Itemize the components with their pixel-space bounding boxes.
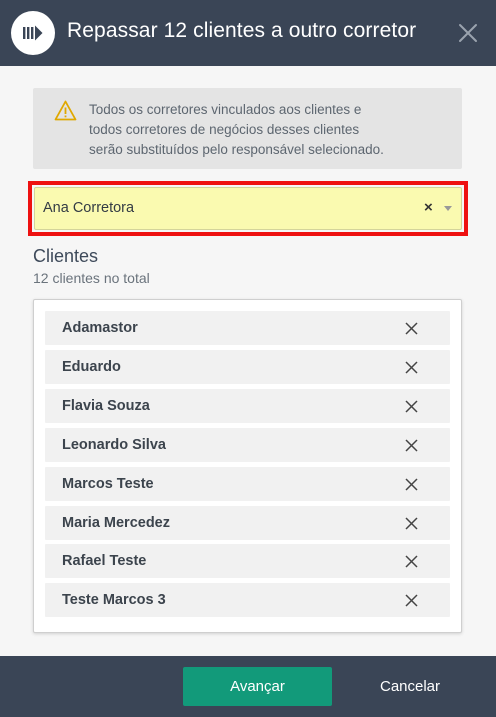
app-logo [11, 11, 55, 55]
client-name: Rafael Teste [62, 553, 147, 569]
remove-client-icon[interactable] [405, 478, 418, 491]
client-name: Adamastor [62, 320, 138, 336]
client-name: Leonardo Silva [62, 437, 166, 453]
modal-header: Repassar 12 clientes a outro corretor [0, 0, 496, 66]
client-name: Marcos Teste [62, 476, 154, 492]
remove-client-icon[interactable] [405, 361, 418, 374]
remove-client-icon[interactable] [405, 322, 418, 335]
clients-count: 12 clientes no total [33, 270, 150, 286]
client-name: Maria Mercedez [62, 515, 170, 531]
client-name: Flavia Souza [62, 398, 150, 414]
list-item: Maria Mercedez [45, 506, 450, 540]
list-item: Eduardo [45, 350, 450, 384]
close-icon[interactable] [458, 23, 478, 43]
list-item: Leonardo Silva [45, 428, 450, 462]
remove-client-icon[interactable] [405, 400, 418, 413]
remove-client-icon[interactable] [405, 439, 418, 452]
clients-section-title: Clientes [33, 246, 99, 266]
cancel-button[interactable]: Cancelar [360, 667, 460, 706]
warning-triangle-icon [54, 100, 77, 121]
list-item: Flavia Souza [45, 389, 450, 423]
clients-list: Adamastor Eduardo Flavia Souza Leonardo … [33, 299, 462, 633]
list-item: Teste Marcos 3 [45, 583, 450, 617]
remove-client-icon[interactable] [405, 555, 418, 568]
client-name: Eduardo [62, 359, 121, 375]
modal-body: Todos os corretores vinculados aos clien… [0, 66, 496, 656]
arrow-chevron-logo-icon [23, 25, 43, 41]
list-item: Marcos Teste [45, 467, 450, 501]
list-item: Adamastor [45, 311, 450, 345]
warning-alert: Todos os corretores vinculados aos clien… [33, 88, 462, 169]
broker-select[interactable]: Ana Corretora × [34, 187, 462, 230]
modal-footer: Avançar Cancelar [0, 656, 496, 717]
warning-line: Todos os corretores vinculados aos clien… [89, 102, 362, 117]
remove-client-icon[interactable] [405, 517, 418, 530]
remove-client-icon[interactable] [405, 594, 418, 607]
warning-line: serão substituídos pelo responsável sele… [89, 142, 384, 157]
warning-text: Todos os corretores vinculados aos clien… [89, 100, 449, 160]
chevron-down-icon[interactable] [444, 206, 452, 211]
modal-title: Repassar 12 clientes a outro corretor [67, 19, 417, 42]
next-button[interactable]: Avançar [183, 667, 332, 706]
warning-line: todos corretores de negócios desses clie… [89, 122, 360, 137]
select-value: Ana Corretora [43, 200, 135, 216]
list-item: Rafael Teste [45, 544, 450, 578]
client-name: Teste Marcos 3 [62, 592, 166, 608]
select-highlight-frame: Ana Corretora × [28, 181, 468, 236]
clear-selection-button[interactable]: × [424, 199, 433, 217]
